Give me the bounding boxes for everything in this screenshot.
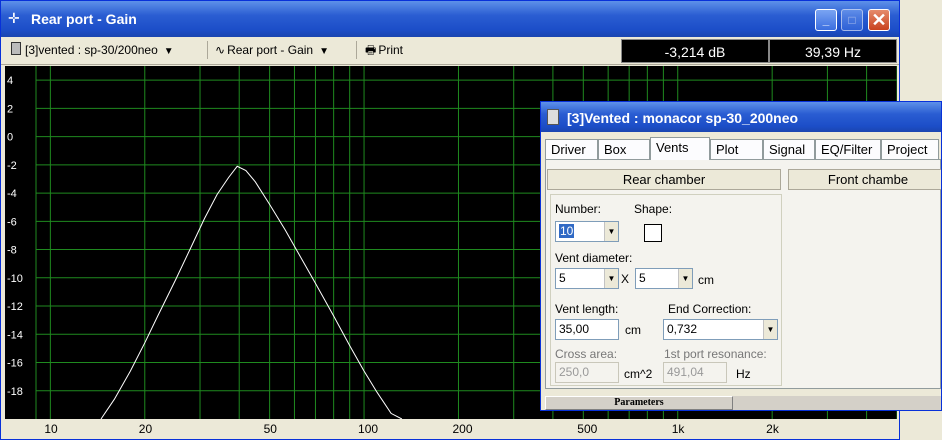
gain-curve (100, 165, 403, 419)
x-tick-label: 10 (44, 422, 58, 436)
times-label: X (621, 272, 630, 286)
close-button[interactable]: ✕ (868, 9, 890, 31)
vent-length-input[interactable]: 35,00 (555, 319, 619, 340)
vent-length-label: Vent length: (555, 302, 619, 316)
status-parameters: Parameters (545, 396, 733, 410)
chevron-down-icon: ▼ (604, 222, 618, 241)
dialog-title: [3]Vented : monacor sp-30_200neo (567, 110, 799, 126)
vent-diameter-b-value: 5 (639, 271, 646, 285)
y-tick-label: -10 (7, 273, 23, 285)
title-bar[interactable]: ✛ Rear port - Gain _ □ ✕ (1, 1, 899, 37)
window-title: Rear port - Gain (31, 11, 137, 27)
x-tick-label: 200 (452, 422, 473, 436)
y-tick-label: 2 (7, 103, 13, 115)
number-select[interactable]: 10 ▼ (555, 221, 619, 242)
minimize-button[interactable]: _ (815, 9, 837, 31)
tab-eq-filter[interactable]: EQ/Filter (815, 139, 881, 159)
tab-box[interactable]: Box (598, 139, 650, 159)
tab-plot[interactable]: Plot (710, 139, 763, 159)
project-select[interactable]: [3]vented : sp-30/200neo ▼ (11, 41, 174, 59)
vent-diameter-a-select[interactable]: 5 ▼ (555, 268, 619, 289)
cross-area-label: Cross area: (555, 347, 618, 361)
maximize-button[interactable]: □ (841, 9, 863, 31)
length-unit: cm (625, 323, 641, 337)
tab-vents[interactable]: Vents (650, 137, 710, 160)
y-tick-label: -6 (7, 216, 17, 228)
x-tick-label: 500 (577, 422, 598, 436)
tab-project[interactable]: Project (881, 139, 939, 159)
printer-icon: 🖶 (365, 43, 377, 57)
x-tick-label: 20 (138, 422, 153, 436)
vent-diameter-b-select[interactable]: 5 ▼ (635, 268, 693, 289)
tab-driver[interactable]: Driver (545, 139, 598, 159)
tab-strip: Driver Box Vents Plot Signal EQ/Filter P… (545, 137, 941, 160)
end-correction-select[interactable]: 0,732 ▼ (663, 319, 778, 340)
diameter-unit: cm (698, 273, 714, 287)
front-chamber-button[interactable]: Front chambe (788, 169, 941, 190)
chevron-down-icon: ▼ (678, 269, 692, 288)
print-label: Print (378, 43, 404, 57)
chevron-down-icon: ▼ (604, 269, 618, 288)
port-resonance-unit: Hz (736, 367, 751, 381)
number-label: Number: (555, 202, 602, 216)
tab-signal[interactable]: Signal (763, 139, 815, 159)
chevron-down-icon: ▼ (763, 320, 777, 339)
print-button[interactable]: 🖶 Print (365, 41, 403, 59)
vent-diameter-a-value: 5 (559, 271, 566, 285)
vents-panel: Rear chamber Front chambe Number: 10 ▼ S… (545, 159, 941, 389)
cross-area-field: 250,0 (555, 362, 619, 383)
y-tick-label: -18 (7, 386, 23, 398)
cross-area-unit: cm^2 (624, 367, 653, 381)
graph-select-label: Rear port - Gain (227, 43, 314, 57)
x-axis: 10 20 50 100 200 500 1k 2k (5, 419, 897, 439)
port-resonance-label: 1st port resonance: (664, 347, 767, 361)
y-tick-label: -4 (7, 188, 17, 200)
shape-square-icon[interactable] (644, 224, 662, 242)
y-tick-label: -16 (7, 358, 23, 370)
x-tick-label: 100 (358, 422, 379, 436)
port-resonance-field: 491,04 (663, 362, 727, 383)
status-bar: Parameters (545, 396, 941, 410)
rear-chamber-button[interactable]: Rear chamber (547, 169, 781, 190)
document-icon (11, 42, 21, 55)
shape-label: Shape: (634, 202, 673, 216)
wave-icon: ∿ (215, 43, 226, 57)
graph-select[interactable]: ∿ Rear port - Gain ▼ (215, 41, 329, 59)
chevron-down-icon: ▼ (163, 46, 174, 57)
x-tick-label: 1k (671, 422, 685, 436)
y-tick-label: 0 (7, 132, 13, 144)
crosshair-icon: ✛ (8, 10, 20, 26)
vented-box-dialog: [3]Vented : monacor sp-30_200neo Driver … (540, 101, 942, 411)
x-tick-label: 2k (766, 422, 779, 436)
y-tick-label: 4 (7, 75, 13, 87)
db-readout: -3,214 dB (621, 39, 769, 63)
y-tick-label: -12 (7, 301, 23, 313)
end-correction-label: End Correction: (668, 302, 752, 316)
y-tick-label: -2 (7, 160, 17, 172)
project-select-label: [3]vented : sp-30/200neo (25, 43, 158, 57)
speaker-icon (547, 109, 559, 125)
number-value: 10 (559, 224, 575, 238)
end-correction-value: 0,732 (667, 322, 698, 336)
chevron-down-icon: ▼ (319, 46, 330, 57)
hz-readout: 39,39 Hz (769, 39, 897, 63)
vent-diameter-label: Vent diameter: (555, 251, 633, 265)
y-tick-label: -14 (7, 329, 23, 341)
dialog-title-bar[interactable]: [3]Vented : monacor sp-30_200neo (541, 102, 941, 132)
x-tick-label: 50 (263, 422, 277, 436)
rear-chamber-group: Number: 10 ▼ Shape: Vent diameter: 5 ▼ X… (550, 194, 782, 386)
y-tick-label: -8 (7, 245, 17, 257)
